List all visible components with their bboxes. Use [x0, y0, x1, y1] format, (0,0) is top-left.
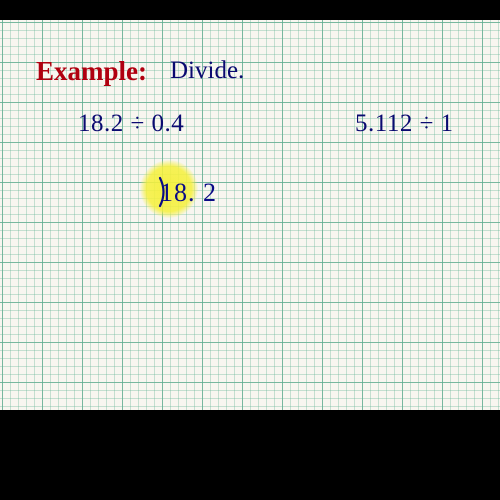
example-heading: Example: — [36, 56, 147, 87]
problem-1: 18.2 ÷ 0.4 — [78, 110, 184, 138]
problem-2: 5.112 ÷ 1 — [355, 110, 454, 138]
instruction-text: Divide. — [170, 57, 244, 85]
handwritten-dividend: 18. 2 — [160, 178, 217, 208]
graph-paper: Example: Divide. 18.2 ÷ 0.4 5.112 ÷ 1 18… — [0, 20, 500, 410]
